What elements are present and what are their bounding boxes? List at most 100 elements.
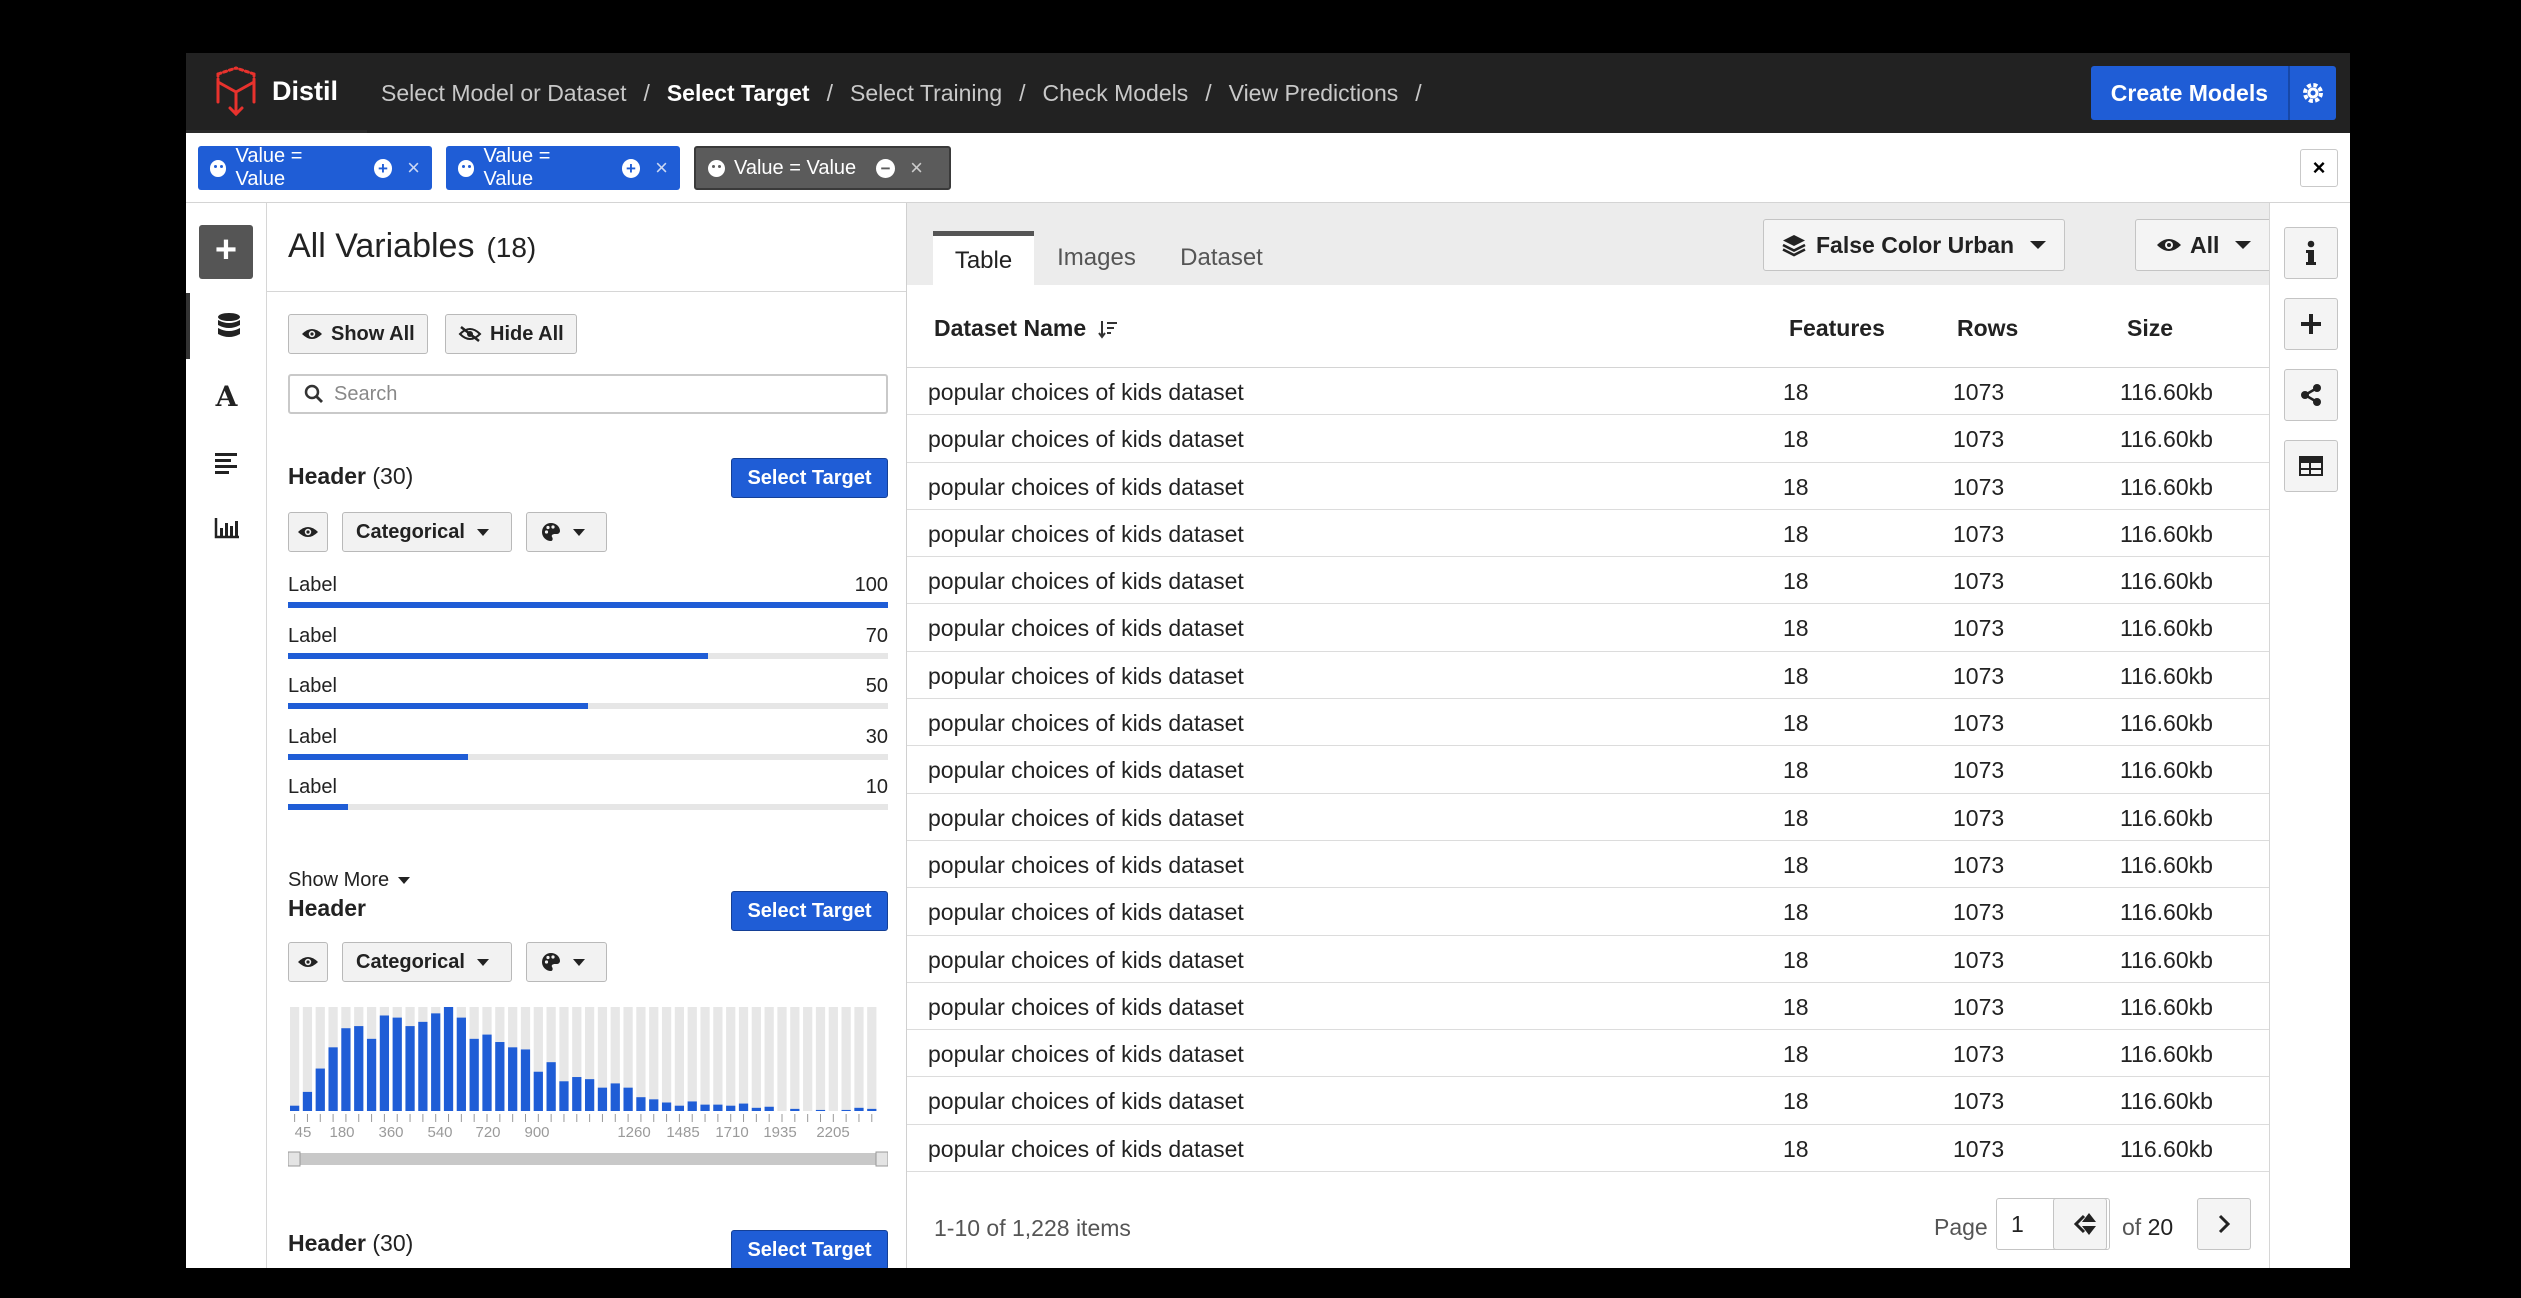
table-row[interactable]: popular choices of kids dataset 18 1073 116… [907, 557, 2269, 605]
histogram-bar[interactable] [443, 1007, 454, 1111]
breadcrumb-step[interactable]: Select Target [667, 80, 810, 107]
histogram-bar[interactable] [315, 1068, 325, 1111]
table-row[interactable]: popular choices of kids dataset 18 1073 116… [907, 510, 2269, 558]
table-row[interactable]: popular choices of kids dataset 18 1073 116… [907, 1125, 2269, 1173]
table-row[interactable]: popular choices of kids dataset 18 1073 116… [907, 746, 2269, 794]
select-target-button[interactable]: Select Target [731, 458, 888, 498]
histogram-bar[interactable] [302, 1091, 313, 1111]
histogram-bar[interactable] [674, 1105, 685, 1111]
histogram-bar[interactable] [661, 1102, 672, 1111]
histogram-bar[interactable] [456, 1017, 466, 1111]
facet-row[interactable]: Label 70 [288, 625, 888, 659]
histogram-bar[interactable] [854, 1107, 864, 1111]
histogram-bar[interactable] [469, 1038, 479, 1111]
table-row[interactable]: popular choices of kids dataset 18 1073 116… [907, 794, 2269, 841]
column-header-name[interactable]: Dataset Name [934, 315, 1118, 342]
column-header-rows[interactable]: Rows [1957, 315, 2018, 342]
histogram-bar[interactable] [341, 1028, 351, 1111]
rail-item-list[interactable] [186, 430, 267, 496]
page-number-input[interactable]: 1 [1996, 1198, 2110, 1250]
histogram-bar[interactable] [700, 1104, 710, 1111]
histogram-bar[interactable] [520, 1049, 531, 1111]
palette-dropdown[interactable] [526, 512, 607, 552]
plus-circle-icon[interactable]: + [373, 158, 393, 178]
table-row[interactable]: popular choices of kids dataset 18 1073 116… [907, 1030, 2269, 1078]
breadcrumb-step[interactable]: Select Training [850, 80, 1002, 107]
histogram-bar[interactable] [738, 1103, 749, 1111]
rail-item-text[interactable]: A [186, 363, 267, 429]
histogram-bar[interactable] [328, 1047, 338, 1111]
histogram-bar[interactable] [379, 1015, 390, 1111]
rail-item-database[interactable] [186, 293, 267, 359]
facet-row[interactable]: Label 100 [288, 574, 888, 608]
close-icon[interactable]: × [655, 157, 668, 179]
histogram-bar[interactable] [726, 1105, 736, 1111]
breadcrumb-step[interactable]: Check Models [1043, 80, 1189, 107]
layer-dropdown[interactable]: False Color Urban [1763, 219, 2066, 271]
histogram-bar[interactable] [418, 1021, 428, 1111]
palette-dropdown[interactable] [526, 942, 607, 982]
table-row[interactable]: popular choices of kids dataset 18 1073 116… [907, 368, 2269, 416]
facet-row[interactable]: Label 30 [288, 726, 888, 760]
next-page-button[interactable] [2197, 1198, 2251, 1250]
histogram-bar[interactable] [585, 1079, 595, 1111]
histogram-bar[interactable] [610, 1083, 620, 1111]
minus-circle-icon[interactable]: − [876, 158, 896, 178]
tab-table[interactable]: Table [933, 231, 1034, 285]
show-more-button[interactable]: Show More [288, 869, 411, 892]
table-row[interactable]: popular choices of kids dataset 18 1073 116… [907, 463, 2269, 510]
histogram-bar[interactable] [623, 1087, 633, 1111]
tab-images[interactable]: Images [1034, 231, 1159, 285]
visibility-toggle[interactable] [288, 512, 328, 552]
settings-button[interactable] [2288, 66, 2336, 120]
select-target-button[interactable]: Select Target [731, 1230, 888, 1268]
filter-chip[interactable]: Value = Value + × [198, 145, 432, 190]
create-models-button[interactable]: Create Models [2090, 66, 2288, 120]
table-row[interactable]: popular choices of kids dataset 18 1073 116… [907, 652, 2269, 700]
histogram-bar[interactable] [597, 1087, 608, 1111]
table-view-button[interactable] [2284, 440, 2338, 492]
tab-dataset[interactable]: Dataset [1159, 231, 1284, 285]
plus-circle-icon[interactable]: + [621, 158, 641, 178]
filter-chip[interactable]: Value = Value − × [694, 146, 951, 190]
facet-row[interactable]: Label 50 [288, 675, 888, 709]
histogram-bar[interactable] [354, 1026, 364, 1111]
histogram-bar[interactable] [392, 1017, 402, 1111]
filter-chip[interactable]: Value = Value + × [446, 145, 680, 190]
type-dropdown[interactable]: Categorical [342, 512, 512, 552]
histogram-bar[interactable] [636, 1097, 646, 1111]
table-row[interactable]: popular choices of kids dataset 18 1073 116… [907, 888, 2269, 936]
histogram-bar[interactable] [764, 1106, 774, 1111]
histogram-bar[interactable] [687, 1101, 697, 1111]
app-logo[interactable]: Distil [186, 53, 367, 133]
histogram-bar[interactable] [508, 1047, 518, 1111]
histogram-bar[interactable] [405, 1026, 415, 1111]
close-icon[interactable]: × [910, 157, 923, 179]
histogram-bar[interactable] [751, 1107, 761, 1111]
breadcrumb-step[interactable]: View Predictions [1229, 80, 1399, 107]
table-row[interactable]: popular choices of kids dataset 18 1073 116… [907, 983, 2269, 1031]
table-row[interactable]: popular choices of kids dataset 18 1073 116… [907, 1077, 2269, 1125]
column-header-size[interactable]: Size [2127, 315, 2173, 342]
histogram-bar[interactable] [815, 1109, 826, 1111]
visibility-toggle[interactable] [288, 942, 328, 982]
share-button[interactable] [2284, 369, 2338, 421]
column-header-features[interactable]: Features [1789, 315, 1885, 342]
histogram-bar[interactable] [366, 1038, 377, 1111]
histogram-bar[interactable] [495, 1042, 505, 1111]
table-row[interactable]: popular choices of kids dataset 18 1073 116… [907, 415, 2269, 463]
histogram-bar[interactable] [546, 1062, 556, 1111]
histogram-bar[interactable] [533, 1071, 543, 1111]
table-row[interactable]: popular choices of kids dataset 18 1073 116… [907, 841, 2269, 889]
table-row[interactable]: popular choices of kids dataset 18 1073 116… [907, 936, 2269, 983]
add-panel-button[interactable] [2284, 298, 2338, 350]
info-button[interactable] [2284, 227, 2338, 279]
histogram-bar[interactable] [790, 1108, 800, 1111]
breadcrumb-step[interactable]: Select Model or Dataset [381, 80, 626, 107]
facet-row[interactable]: Label 10 [288, 776, 888, 810]
table-row[interactable]: popular choices of kids dataset 18 1073 116… [907, 699, 2269, 747]
close-icon[interactable]: × [407, 157, 420, 179]
add-button[interactable]: + [199, 225, 253, 279]
show-all-button[interactable]: Show All [288, 314, 428, 354]
histogram-bar[interactable] [431, 1013, 441, 1111]
